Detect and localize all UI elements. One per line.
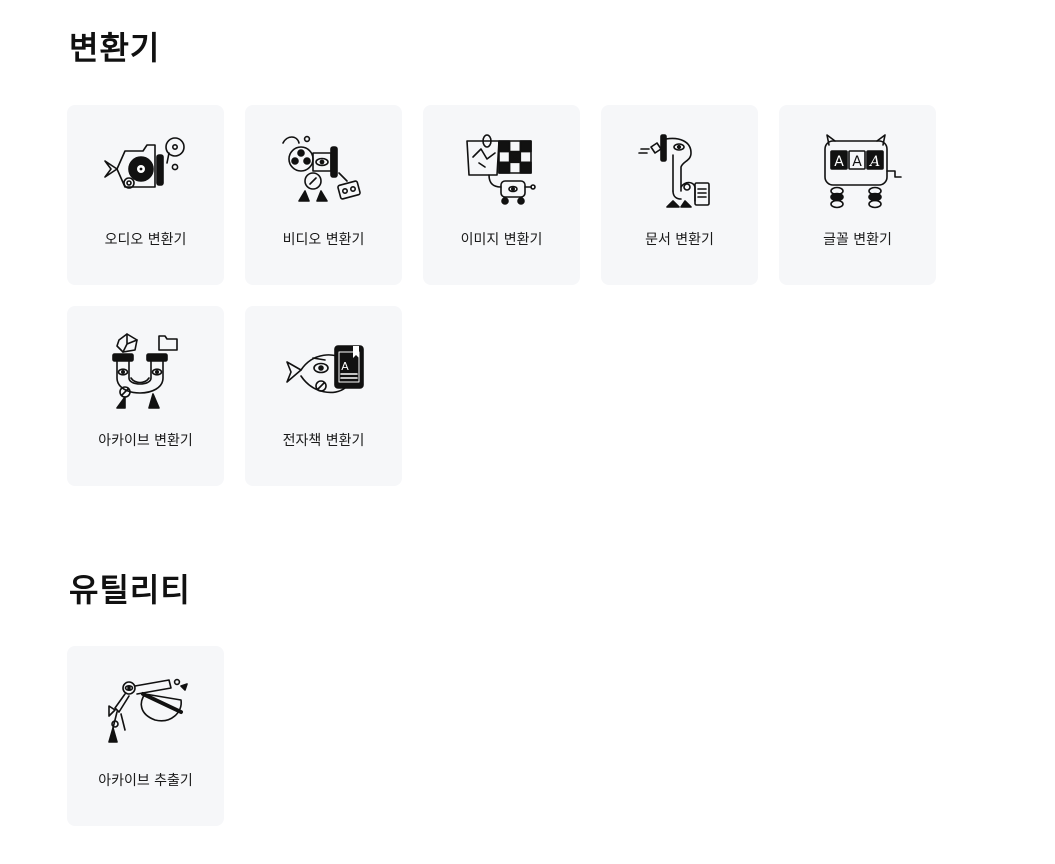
card-label: 비디오 변환기 xyxy=(282,232,365,248)
section-title-utilities: 유틸리티 xyxy=(69,571,191,609)
card-ebook-converter[interactable]: A 전자책 변환기 xyxy=(245,306,402,486)
section-title-converters: 변환기 xyxy=(69,29,161,67)
ebook-converter-icon: A xyxy=(273,332,373,412)
card-video-converter[interactable]: 비디오 변환기 xyxy=(245,105,402,285)
archive-converter-icon xyxy=(95,332,195,412)
card-label: 글꼴 변환기 xyxy=(823,232,892,248)
svg-text:A: A xyxy=(852,154,862,170)
card-document-converter[interactable]: 문서 변환기 xyxy=(601,105,758,285)
card-label: 아카이브 변환기 xyxy=(98,433,193,449)
card-label: 아카이브 추출기 xyxy=(98,773,193,789)
card-image-converter[interactable]: 이미지 변환기 xyxy=(423,105,580,285)
tools-page: 변환기 오디오 변환기 비디오 변환기 이미지 변환기 문서 변환기 A A A… xyxy=(0,0,1055,864)
card-label: 문서 변환기 xyxy=(645,232,714,248)
card-audio-converter[interactable]: 오디오 변환기 xyxy=(67,105,224,285)
card-archive-converter[interactable]: 아카이브 변환기 xyxy=(67,306,224,486)
archive-extractor-icon xyxy=(95,672,195,752)
video-converter-icon xyxy=(273,131,373,211)
audio-converter-icon xyxy=(95,131,195,211)
svg-text:A: A xyxy=(341,360,349,373)
svg-text:A: A xyxy=(868,154,880,170)
card-label: 오디오 변환기 xyxy=(104,232,187,248)
document-converter-icon xyxy=(629,131,729,211)
card-font-converter[interactable]: A A A 글꼴 변환기 xyxy=(779,105,936,285)
font-converter-icon: A A A xyxy=(807,131,907,211)
svg-text:A: A xyxy=(834,154,844,170)
image-converter-icon xyxy=(451,131,551,211)
card-label: 전자책 변환기 xyxy=(282,433,365,449)
card-label: 이미지 변환기 xyxy=(460,232,543,248)
card-archive-extractor[interactable]: 아카이브 추출기 xyxy=(67,646,224,826)
